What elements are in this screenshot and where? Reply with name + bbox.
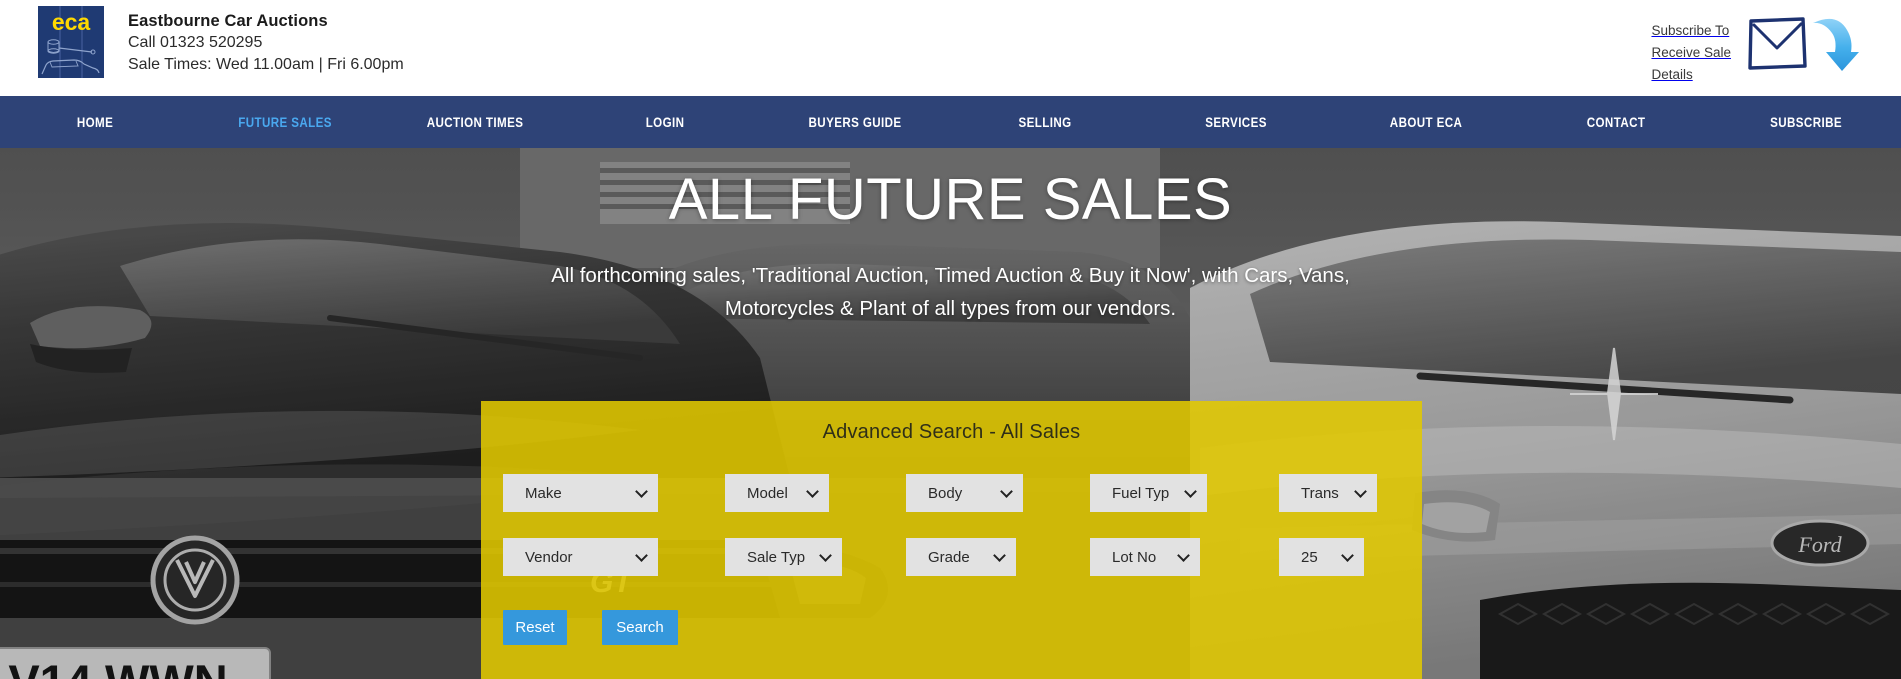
transmission-select-value: Trans — [1301, 484, 1339, 502]
site-header: eca Eastbourne Car Auctions Call 01323 5… — [0, 0, 1901, 96]
brand-name: Eastbourne Car Auctions — [128, 12, 328, 30]
search-button[interactable]: Search — [602, 610, 678, 645]
filter-cell-make: Make — [503, 474, 725, 512]
filter-cell-fuel: Fuel Typ — [1090, 474, 1279, 512]
subscribe-line-2: Receive Sale — [1651, 44, 1731, 60]
nav-item-contact[interactable]: CONTACT — [1534, 115, 1697, 130]
nav-item-auction-times[interactable]: AUCTION TIMES — [393, 115, 556, 130]
nav-item-home[interactable]: HOME — [13, 115, 176, 130]
sale-type-select-value: Sale Typ — [747, 548, 806, 566]
filter-cell-vendor: Vendor — [503, 538, 725, 576]
chevron-down-icon — [1354, 485, 1367, 498]
nav-item-login[interactable]: LOGIN — [584, 115, 747, 130]
chevron-down-icon — [1000, 485, 1013, 498]
subscribe-line-3: Details — [1651, 66, 1693, 82]
curved-arrow-icon — [1813, 18, 1859, 71]
chevron-down-icon — [1184, 485, 1197, 498]
nav-item-future-sales[interactable]: FUTURE SALES — [203, 115, 366, 130]
envelope-icon — [1748, 17, 1807, 70]
results-per-page-value: 25 — [1301, 548, 1318, 566]
subscribe-callout[interactable]: Subscribe To Receive Sale Details — [1651, 12, 1865, 86]
site-logo[interactable]: eca — [38, 6, 104, 78]
svg-text:eca: eca — [52, 9, 91, 35]
filter-cell-per-page: 25 — [1279, 538, 1399, 576]
reset-button[interactable]: Reset — [503, 610, 567, 645]
chevron-down-icon — [806, 485, 819, 498]
fuel-type-select[interactable]: Fuel Typ — [1090, 474, 1207, 512]
make-select-value: Make — [525, 484, 562, 502]
advanced-search-panel: Advanced Search - All Sales Make Model B… — [481, 401, 1422, 679]
vendor-select-value: Vendor — [525, 548, 573, 566]
chevron-down-icon — [1177, 549, 1190, 562]
advanced-search-title: Advanced Search - All Sales — [822, 421, 1081, 443]
model-select[interactable]: Model — [725, 474, 829, 512]
main-navigation: HOME FUTURE SALES AUCTION TIMES LOGIN BU… — [0, 96, 1901, 148]
fuel-type-select-value: Fuel Typ — [1112, 484, 1170, 502]
filter-cell-model: Model — [725, 474, 906, 512]
filter-cell-trans: Trans — [1279, 474, 1399, 512]
filters-row-2: Vendor Sale Typ Grade Lot No 25 — [481, 538, 1422, 576]
hero-banner: GT V14 WWN Ford — [0, 148, 1901, 679]
nav-item-selling[interactable]: SELLING — [964, 115, 1127, 130]
sale-type-select[interactable]: Sale Typ — [725, 538, 842, 576]
chevron-down-icon — [993, 549, 1006, 562]
lot-no-select[interactable]: Lot No — [1090, 538, 1200, 576]
body-select-value: Body — [928, 484, 963, 502]
filter-cell-sale-type: Sale Typ — [725, 538, 906, 576]
lot-no-select-value: Lot No — [1112, 548, 1157, 566]
chevron-down-icon — [819, 549, 832, 562]
chevron-down-icon — [1341, 549, 1354, 562]
transmission-select[interactable]: Trans — [1279, 474, 1377, 512]
brand-sale-times: Sale Times: Wed 11.00am | Fri 6.00pm — [128, 55, 404, 73]
subscribe-icon-group — [1745, 12, 1865, 74]
filter-cell-body: Body — [906, 474, 1090, 512]
make-select[interactable]: Make — [503, 474, 658, 512]
chevron-down-icon — [635, 485, 648, 498]
nav-item-buyers-guide[interactable]: BUYERS GUIDE — [774, 115, 937, 130]
grade-select-value: Grade — [928, 548, 970, 566]
gavel-car-logo-icon: eca — [38, 6, 104, 78]
filter-cell-lot-no: Lot No — [1090, 538, 1279, 576]
brand-phone: Call 01323 520295 — [128, 34, 263, 52]
subscribe-text: Subscribe To Receive Sale Details — [1651, 12, 1731, 86]
vendor-select[interactable]: Vendor — [503, 538, 658, 576]
model-select-value: Model — [747, 484, 788, 502]
body-select[interactable]: Body — [906, 474, 1023, 512]
results-per-page-select[interactable]: 25 — [1279, 538, 1364, 576]
filters-row-1: Make Model Body Fuel Typ Trans — [481, 474, 1422, 512]
grade-select[interactable]: Grade — [906, 538, 1016, 576]
brand-info: Eastbourne Car Auctions Call 01323 52029… — [128, 10, 404, 75]
search-actions: Reset Search — [481, 610, 1422, 645]
page-root: eca Eastbourne Car Auctions Call 01323 5… — [0, 0, 1901, 679]
chevron-down-icon — [635, 549, 648, 562]
nav-item-subscribe[interactable]: SUBSCRIBE — [1724, 115, 1887, 130]
nav-item-services[interactable]: SERVICES — [1154, 115, 1317, 130]
filter-cell-grade: Grade — [906, 538, 1090, 576]
nav-item-about-eca[interactable]: ABOUT ECA — [1344, 115, 1507, 130]
subscribe-line-1: Subscribe To — [1651, 23, 1730, 38]
